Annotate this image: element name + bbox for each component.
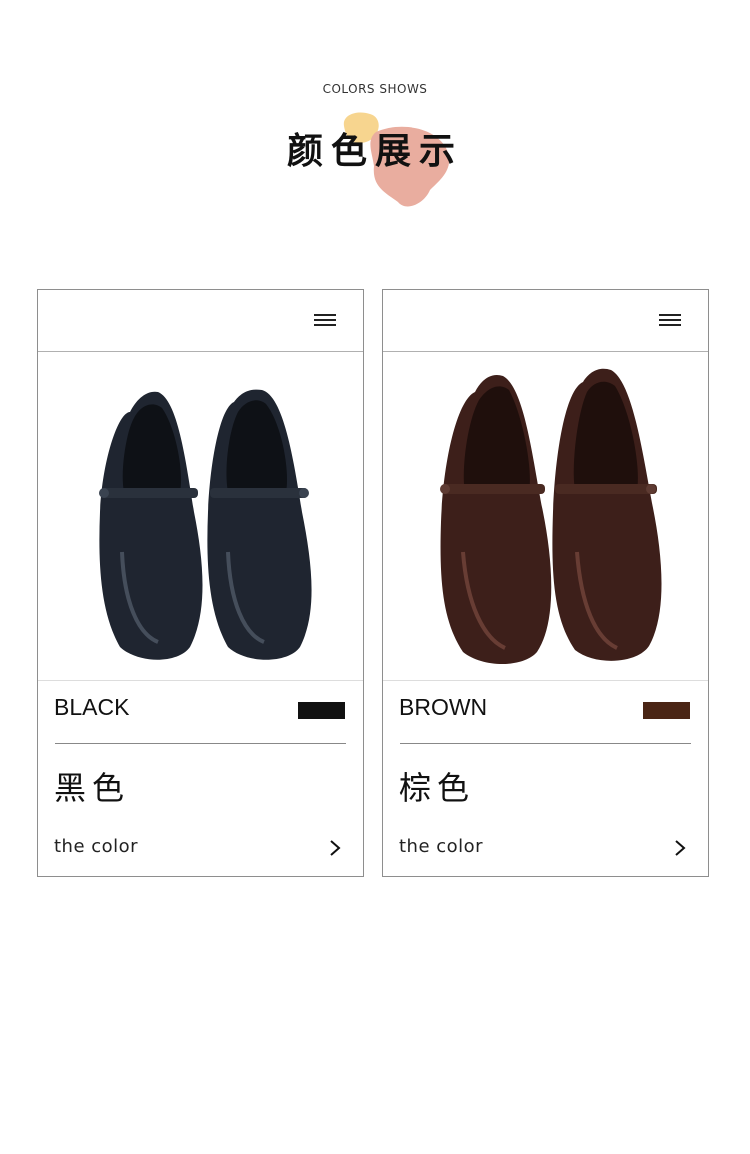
color-name-cn: 棕色 [399,769,476,807]
section-title: 颜色展示 [286,131,463,172]
the-color-link[interactable]: the color [54,836,138,857]
right-shoe [552,368,662,661]
color-name-en: BLACK [54,694,130,720]
color-name-cn: 黑色 [54,769,131,807]
color-swatch [298,702,345,719]
left-shoe [99,391,203,660]
divider [55,743,346,744]
left-shoe [440,374,552,664]
chevron-right-icon[interactable] [674,839,686,857]
color-name-en: BROWN [399,694,488,720]
section-header: COLORS SHOWS 颜色展示 [0,0,750,260]
color-card-black[interactable]: BLACK 黑色 the color [37,289,364,877]
color-swatch [643,702,690,719]
menu-icon[interactable] [659,314,681,326]
chevron-right-icon[interactable] [329,839,341,857]
menu-icon[interactable] [314,314,336,326]
shoe-pair-image [99,389,312,660]
card-toolbar [383,290,708,352]
product-photo [383,352,708,681]
section-subtitle: COLORS SHOWS [322,82,428,96]
right-shoe [207,389,312,660]
card-toolbar [38,290,363,352]
divider [400,743,691,744]
the-color-link[interactable]: the color [399,836,483,857]
shoe-pair-image [440,368,662,664]
color-card-brown[interactable]: BROWN 棕色 the color [382,289,709,877]
product-photo [38,352,363,681]
